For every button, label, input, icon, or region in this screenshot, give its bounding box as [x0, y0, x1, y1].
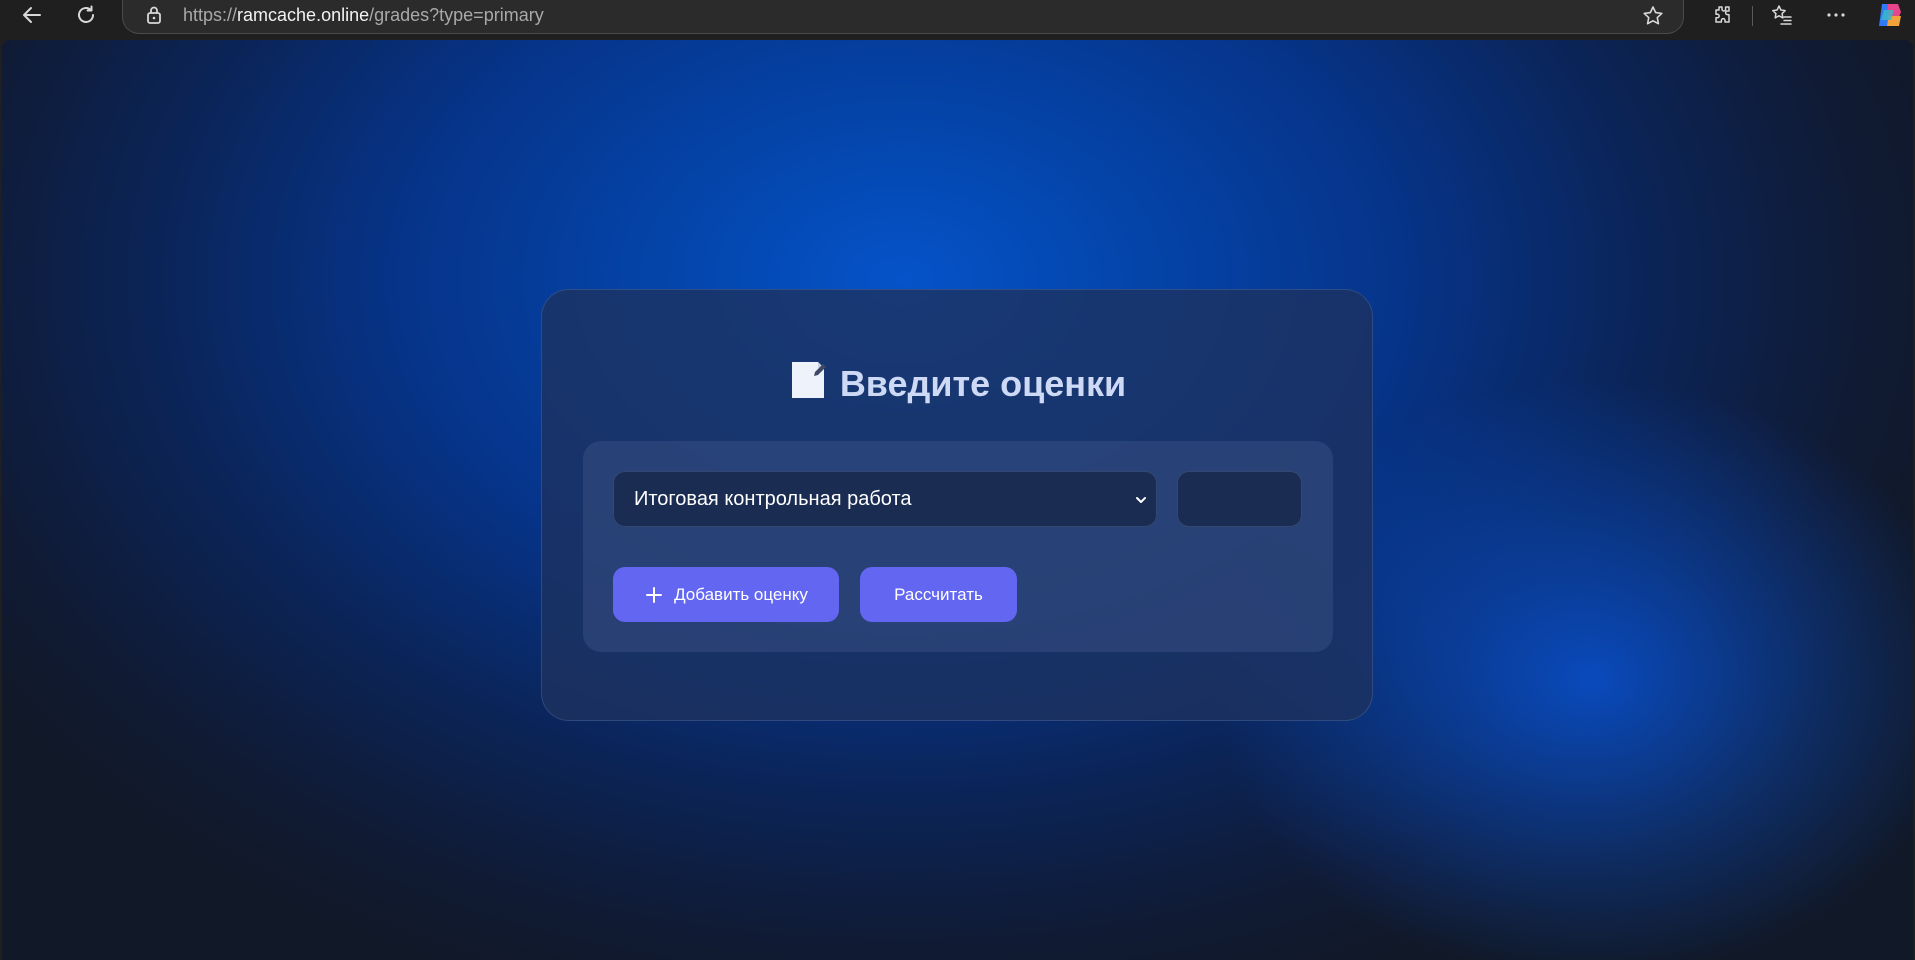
reload-icon[interactable]	[66, 0, 106, 30]
browser-toolbar: https://ramcache.online/grades?type=prim…	[0, 0, 1915, 40]
calculate-button[interactable]: Рассчитать	[860, 567, 1017, 622]
url-prefix: https://	[183, 5, 238, 25]
lock-icon[interactable]	[145, 5, 163, 30]
puzzle-icon[interactable]	[1702, 0, 1742, 30]
grades-card: Введите оценки Итоговая контрольная рабо…	[541, 289, 1373, 721]
add-grade-label: Добавить оценку	[674, 584, 808, 604]
calculate-label: Рассчитать	[894, 584, 983, 604]
page-title-text: Введите оценки	[839, 363, 1127, 404]
url-path: /grades?type=primary	[369, 5, 544, 25]
grade-entry-panel: Итоговая контрольная работа Добавить оце…	[583, 441, 1333, 652]
grade-input[interactable]	[1177, 471, 1302, 527]
more-dots-icon[interactable]	[1816, 0, 1856, 30]
work-type-selected: Итоговая контрольная работа	[634, 488, 912, 510]
url-text[interactable]: https://ramcache.online/grades?type=prim…	[183, 5, 544, 26]
work-type-select[interactable]: Итоговая контрольная работа	[613, 471, 1157, 527]
address-bar[interactable]: https://ramcache.online/grades?type=prim…	[122, 0, 1684, 34]
star-icon[interactable]	[1641, 4, 1665, 33]
plus-icon	[644, 585, 664, 605]
toolbar-divider	[1752, 6, 1753, 26]
memo-icon	[788, 360, 828, 409]
url-host: ramcache.online	[237, 5, 370, 25]
favorites-icon[interactable]	[1762, 0, 1802, 30]
page-viewport: Введите оценки Итоговая контрольная рабо…	[2, 40, 1913, 960]
copilot-icon[interactable]	[1870, 0, 1910, 30]
back-arrow-icon[interactable]	[12, 0, 52, 30]
add-grade-button[interactable]: Добавить оценку	[613, 567, 839, 622]
chevron-down-icon	[1134, 493, 1148, 512]
page-title: Введите оценки	[542, 360, 1372, 409]
